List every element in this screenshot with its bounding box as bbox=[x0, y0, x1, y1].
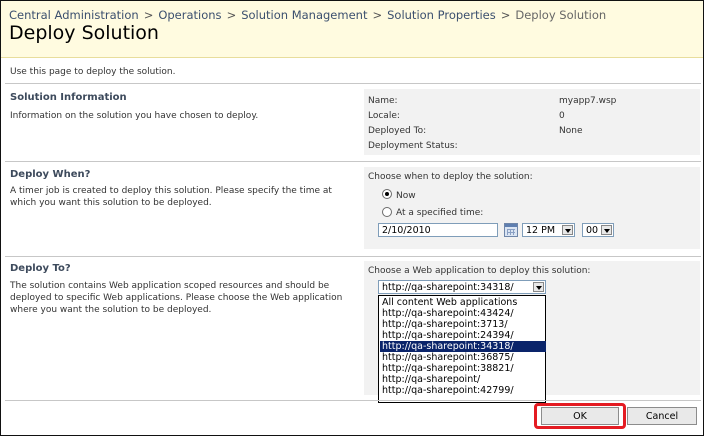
dropdown-option[interactable]: http://qa-sharepoint:36875/ bbox=[380, 352, 546, 363]
hour-select-value: 12 PM bbox=[526, 225, 556, 236]
dropdown-option[interactable]: http://qa-sharepoint/ bbox=[380, 374, 546, 385]
cancel-button[interactable]: Cancel bbox=[627, 407, 697, 425]
deploy-to-title: Deploy To? bbox=[10, 263, 71, 274]
deploy-when-description-line: A timer job is created to deploy this so… bbox=[10, 186, 332, 196]
breadcrumb-solution-properties[interactable]: Solution Properties bbox=[387, 8, 496, 22]
breadcrumb-current: Deploy Solution bbox=[515, 8, 607, 22]
date-input[interactable]: 2/10/2010 bbox=[378, 223, 498, 237]
breadcrumb-separator: > bbox=[500, 8, 511, 22]
deploy-when-description: A timer job is created to deploy this so… bbox=[10, 185, 350, 209]
deployed-to-label: Deployed To: bbox=[368, 126, 427, 136]
dropdown-option[interactable]: http://qa-sharepoint:24394/ bbox=[380, 330, 546, 341]
page-title: Deploy Solution bbox=[9, 22, 159, 44]
web-application-dropdown-list[interactable]: All content Web applications http://qa-s… bbox=[378, 295, 546, 403]
divider bbox=[5, 83, 701, 84]
dropdown-option[interactable]: http://qa-sharepoint:3713/ bbox=[380, 319, 546, 330]
page-header: Central Administration > Operations > Soluti… bbox=[1, 1, 703, 58]
locale-value: 0 bbox=[559, 111, 565, 121]
deploy-to-description-line: where you want the solution to be deploy… bbox=[10, 305, 212, 315]
divider bbox=[5, 256, 701, 257]
radio-specified-time[interactable] bbox=[382, 207, 392, 217]
breadcrumb-central-administration[interactable]: Central Administration bbox=[9, 8, 139, 22]
radio-now[interactable] bbox=[382, 189, 392, 199]
name-value: myapp7.wsp bbox=[559, 96, 617, 106]
minute-select-value: 00 bbox=[586, 225, 599, 236]
web-application-select-value: http://qa-sharepoint:34318/ bbox=[382, 282, 514, 293]
dropdown-option[interactable]: All content Web applications bbox=[380, 297, 546, 308]
deploy-to-description-line: deployed to specific Web applications. P… bbox=[10, 293, 343, 303]
deploy-to-prompt: Choose a Web application to deploy this … bbox=[368, 266, 591, 276]
deploy-when-title: Deploy When? bbox=[10, 169, 91, 180]
calendar-icon[interactable] bbox=[504, 223, 518, 237]
deploy-to-description-line: The solution contains Web application sc… bbox=[10, 281, 330, 291]
dropdown-option[interactable]: http://qa-sharepoint:42799/ bbox=[380, 385, 546, 396]
hour-select[interactable]: 12 PM bbox=[522, 223, 575, 237]
dropdown-option[interactable]: http://qa-sharepoint:43424/ bbox=[380, 308, 546, 319]
chevron-down-icon bbox=[562, 225, 573, 235]
deploy-to-description: The solution contains Web application sc… bbox=[10, 280, 350, 316]
breadcrumb: Central Administration > Operations > Soluti… bbox=[9, 8, 606, 22]
breadcrumb-operations[interactable]: Operations bbox=[158, 8, 221, 22]
deploy-when-prompt: Choose when to deploy the solution: bbox=[368, 172, 533, 182]
dropdown-option[interactable]: http://qa-sharepoint:38821/ bbox=[380, 363, 546, 374]
name-label: Name: bbox=[368, 96, 398, 106]
web-application-select[interactable]: http://qa-sharepoint:34318/ bbox=[378, 280, 546, 294]
locale-label: Locale: bbox=[368, 111, 400, 121]
breadcrumb-separator: > bbox=[143, 8, 154, 22]
page-intro: Use this page to deploy the solution. bbox=[10, 67, 176, 77]
divider bbox=[5, 400, 701, 401]
solution-info-description: Information on the solution you have cho… bbox=[10, 111, 259, 121]
dropdown-option-selected[interactable]: http://qa-sharepoint:34318/ bbox=[380, 341, 546, 352]
breadcrumb-solution-management[interactable]: Solution Management bbox=[241, 8, 367, 22]
chevron-down-icon bbox=[601, 225, 612, 235]
solution-info-title: Solution Information bbox=[10, 92, 127, 103]
deployment-status-label: Deployment Status: bbox=[368, 141, 458, 151]
minute-select[interactable]: 00 bbox=[582, 223, 614, 237]
chevron-down-icon bbox=[533, 282, 544, 292]
breadcrumb-separator: > bbox=[372, 8, 383, 22]
deployed-to-value: None bbox=[559, 126, 583, 136]
deploy-solution-page: Central Administration > Operations > Soluti… bbox=[0, 0, 704, 436]
deploy-when-description-line: which you want this solution to be deplo… bbox=[10, 198, 212, 208]
breadcrumb-separator: > bbox=[226, 8, 237, 22]
radio-specified-time-label: At a specified time: bbox=[396, 208, 484, 218]
ok-button-highlight bbox=[534, 403, 626, 429]
divider bbox=[5, 161, 701, 162]
radio-now-label: Now bbox=[396, 191, 416, 201]
